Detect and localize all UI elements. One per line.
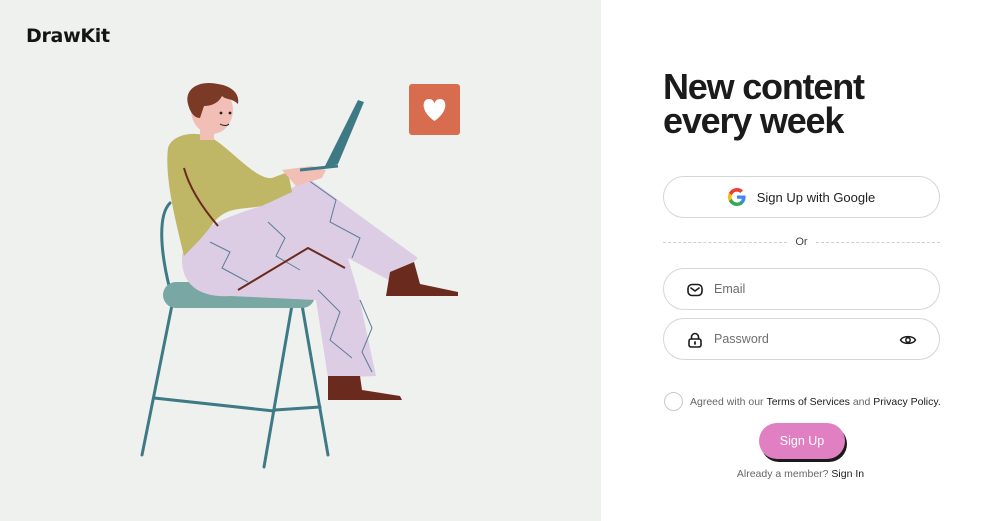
- password-input[interactable]: [714, 319, 894, 359]
- left-shoe: [328, 376, 402, 400]
- terms-checkbox[interactable]: [664, 392, 683, 411]
- page-title: New content every week: [663, 69, 963, 141]
- signup-button[interactable]: Sign Up: [759, 423, 845, 459]
- agreement-prefix: Agreed with our: [690, 395, 767, 408]
- privacy-link[interactable]: Privacy Policy.: [873, 396, 941, 408]
- divider-line-right: [816, 242, 940, 243]
- eye-icon[interactable]: [899, 331, 917, 349]
- lock-icon: [688, 332, 702, 348]
- laptop: [324, 100, 364, 168]
- password-field[interactable]: [663, 318, 940, 360]
- email-input[interactable]: [714, 269, 894, 309]
- signup-panel: New content every week Sign Up with Goog…: [601, 0, 1000, 521]
- mail-icon: [687, 283, 703, 297]
- or-divider: Or: [663, 235, 940, 251]
- agreement-middle: and: [849, 395, 874, 408]
- signin-prefix: Already a member?: [736, 468, 832, 480]
- signin-link[interactable]: Sign In: [831, 468, 864, 480]
- heart-icon: [409, 84, 460, 135]
- person-on-chair-illustration: [140, 82, 460, 469]
- signin-prompt: Already a member? Sign In: [601, 468, 1000, 480]
- terms-link[interactable]: Terms of Services: [766, 396, 849, 408]
- google-icon: [727, 188, 746, 206]
- email-field[interactable]: [663, 268, 940, 310]
- illustration-panel: DrawKit: [0, 0, 601, 521]
- headline-line-2: every week: [663, 100, 844, 141]
- google-signup-label: Sign Up with Google: [756, 189, 876, 205]
- terms-agreement: Agreed with our Terms of Services and Pr…: [664, 392, 941, 411]
- google-signup-button[interactable]: Sign Up with Google: [663, 176, 940, 218]
